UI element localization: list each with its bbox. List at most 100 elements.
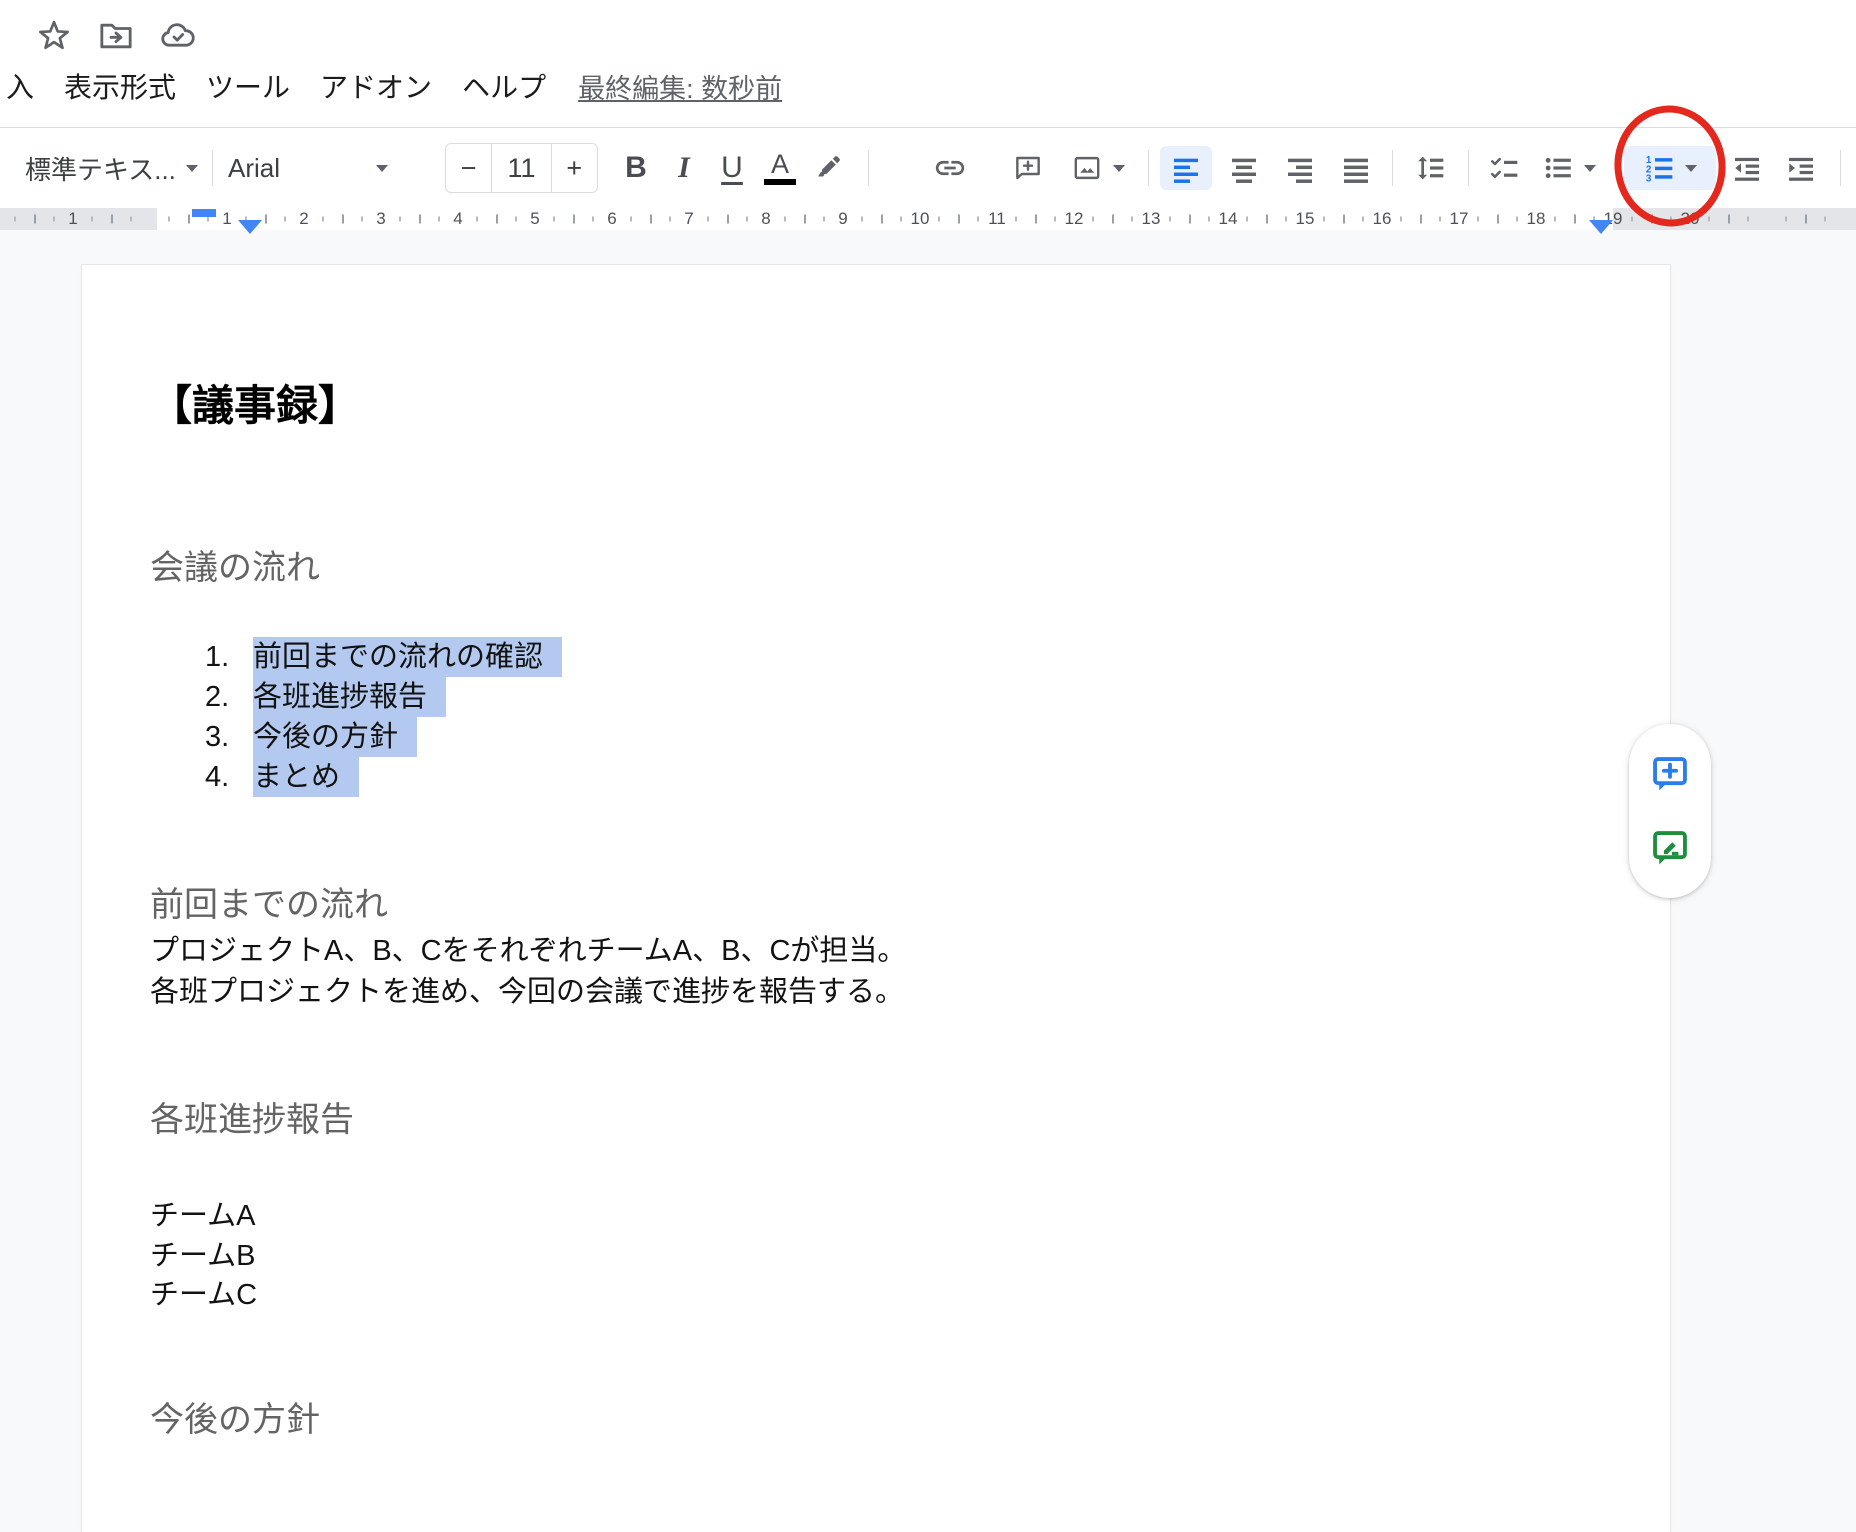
selected-text[interactable]: まとめ xyxy=(253,757,359,797)
align-center-icon xyxy=(1228,152,1260,184)
increase-indent-button[interactable] xyxy=(1776,146,1826,190)
align-justify-icon xyxy=(1340,152,1372,184)
bullet-list-icon xyxy=(1542,152,1574,184)
ruler-number: 17 xyxy=(1450,208,1469,230)
ruler-number: 12 xyxy=(1065,208,1084,230)
team-line: チームA xyxy=(150,1197,257,1237)
ruler-number: 1 xyxy=(222,208,231,230)
font-size-increase-button[interactable]: + xyxy=(552,144,597,192)
first-line-indent-marker[interactable] xyxy=(192,209,216,217)
heading-previous[interactable]: 前回までの流れ xyxy=(150,883,388,927)
add-comment-icon xyxy=(1647,751,1693,797)
selected-text[interactable]: 今後の方針 xyxy=(253,717,417,757)
ruler-left-margin xyxy=(0,208,157,230)
paragraph-previous[interactable]: プロジェクトA、B、CをそれぞれチームA、B、Cが担当。 各班プロジェクトを進め… xyxy=(150,931,906,1012)
link-icon xyxy=(933,151,967,185)
font-selector[interactable]: Arial xyxy=(228,146,388,190)
ruler[interactable]: 12345678910111213141516171819201 xyxy=(0,208,1856,230)
add-comment-icon xyxy=(1012,152,1044,184)
ruler-number: 5 xyxy=(530,208,539,230)
ruler-number: 14 xyxy=(1219,208,1238,230)
menu-format[interactable]: 表示形式 xyxy=(64,66,176,106)
bold-button[interactable]: B xyxy=(612,146,660,190)
cloud-saved-icon[interactable] xyxy=(158,16,198,56)
ruler-number: 20 xyxy=(1681,208,1700,230)
teams-list[interactable]: チームA チームB チームC xyxy=(150,1197,257,1316)
team-line: チームB xyxy=(150,1237,257,1277)
ruler-number: 4 xyxy=(453,208,462,230)
numbered-list-button[interactable]: 123 xyxy=(1624,146,1716,190)
line-spacing-button[interactable] xyxy=(1404,146,1456,190)
insert-link-button[interactable] xyxy=(926,146,974,190)
ruler-number: 7 xyxy=(684,208,693,230)
suggest-edit-icon xyxy=(1647,825,1693,871)
italic-button[interactable]: I xyxy=(660,146,708,190)
align-justify-button[interactable] xyxy=(1330,146,1382,190)
ruler-number: 2 xyxy=(299,208,308,230)
team-line: チームC xyxy=(150,1276,257,1316)
move-folder-icon[interactable] xyxy=(96,16,136,56)
font-selector-value: Arial xyxy=(228,153,280,184)
side-action-pill xyxy=(1629,724,1711,898)
highlight-button[interactable] xyxy=(804,146,852,190)
add-comment-button[interactable] xyxy=(1004,146,1052,190)
left-indent-marker[interactable] xyxy=(238,220,262,234)
text-color-swatch xyxy=(764,179,796,185)
insert-image-button[interactable] xyxy=(1062,146,1134,190)
svg-text:3: 3 xyxy=(1646,174,1652,184)
selected-text[interactable]: 前回までの流れの確認 xyxy=(253,637,562,677)
ruler-right-margin xyxy=(1613,208,1856,230)
chevron-down-icon xyxy=(186,165,198,172)
chevron-down-icon xyxy=(1685,165,1697,172)
checklist-icon xyxy=(1488,152,1520,184)
font-size-decrease-button[interactable]: − xyxy=(446,144,491,192)
menu-tools[interactable]: ツール xyxy=(206,66,290,106)
highlighter-icon xyxy=(812,152,844,184)
bullet-list-button[interactable] xyxy=(1532,146,1606,190)
menu-addons[interactable]: アドオン xyxy=(320,66,432,106)
right-indent-marker[interactable] xyxy=(1589,220,1613,234)
style-selector[interactable]: 標準テキス... xyxy=(25,146,205,190)
image-icon xyxy=(1071,152,1103,184)
ruler-number: 13 xyxy=(1142,208,1161,230)
align-right-icon xyxy=(1284,152,1316,184)
ruler-number: 18 xyxy=(1527,208,1546,230)
numbered-list-icon: 123 xyxy=(1643,152,1675,184)
menu-help[interactable]: ヘルプ xyxy=(462,66,546,106)
ruler-number: 15 xyxy=(1296,208,1315,230)
heading-agenda[interactable]: 会議の流れ xyxy=(150,546,320,590)
doc-title[interactable]: 【議事録】 xyxy=(150,381,360,431)
star-icon[interactable] xyxy=(34,16,74,56)
align-right-button[interactable] xyxy=(1274,146,1326,190)
text-color-button[interactable]: A xyxy=(756,146,804,190)
ruler-number: 9 xyxy=(838,208,847,230)
increase-indent-icon xyxy=(1785,152,1817,184)
align-left-icon xyxy=(1170,152,1202,184)
selected-text[interactable]: 各班進捗報告 xyxy=(253,677,446,717)
underline-button[interactable]: U xyxy=(708,146,756,190)
menubar: 入 表示形式 ツール アドオン ヘルプ 最終編集: 数秒前 xyxy=(0,64,1856,108)
align-left-button[interactable] xyxy=(1160,146,1212,190)
line-spacing-icon xyxy=(1414,152,1446,184)
titlebar xyxy=(34,14,198,58)
ruler-number: 11 xyxy=(988,208,1006,230)
add-comment-floating-button[interactable] xyxy=(1646,750,1694,798)
chevron-down-icon xyxy=(376,165,388,172)
ruler-number: 3 xyxy=(376,208,385,230)
heading-policy[interactable]: 今後の方針 xyxy=(150,1398,320,1442)
decrease-indent-icon xyxy=(1731,152,1763,184)
suggest-edit-floating-button[interactable] xyxy=(1646,824,1694,872)
toolbar: 標準テキス... Arial − 11 + B I U A xyxy=(0,127,1856,208)
font-size-value[interactable]: 11 xyxy=(491,144,551,192)
menu-insert-partial[interactable]: 入 xyxy=(6,66,34,106)
font-size-stepper: − 11 + xyxy=(445,143,598,193)
decrease-indent-button[interactable] xyxy=(1722,146,1772,190)
ruler-number: 6 xyxy=(607,208,616,230)
last-edit-link[interactable]: 最終編集: 数秒前 xyxy=(578,67,782,106)
ruler-number: 1 xyxy=(68,208,77,230)
document-page[interactable]: 【議事録】 会議の流れ 1. 前回までの流れの確認 2. 各班進捗報告 3. 今… xyxy=(82,265,1670,1532)
heading-progress[interactable]: 各班進捗報告 xyxy=(150,1098,354,1142)
align-center-button[interactable] xyxy=(1218,146,1270,190)
chevron-down-icon xyxy=(1113,165,1125,172)
checklist-button[interactable] xyxy=(1478,146,1530,190)
